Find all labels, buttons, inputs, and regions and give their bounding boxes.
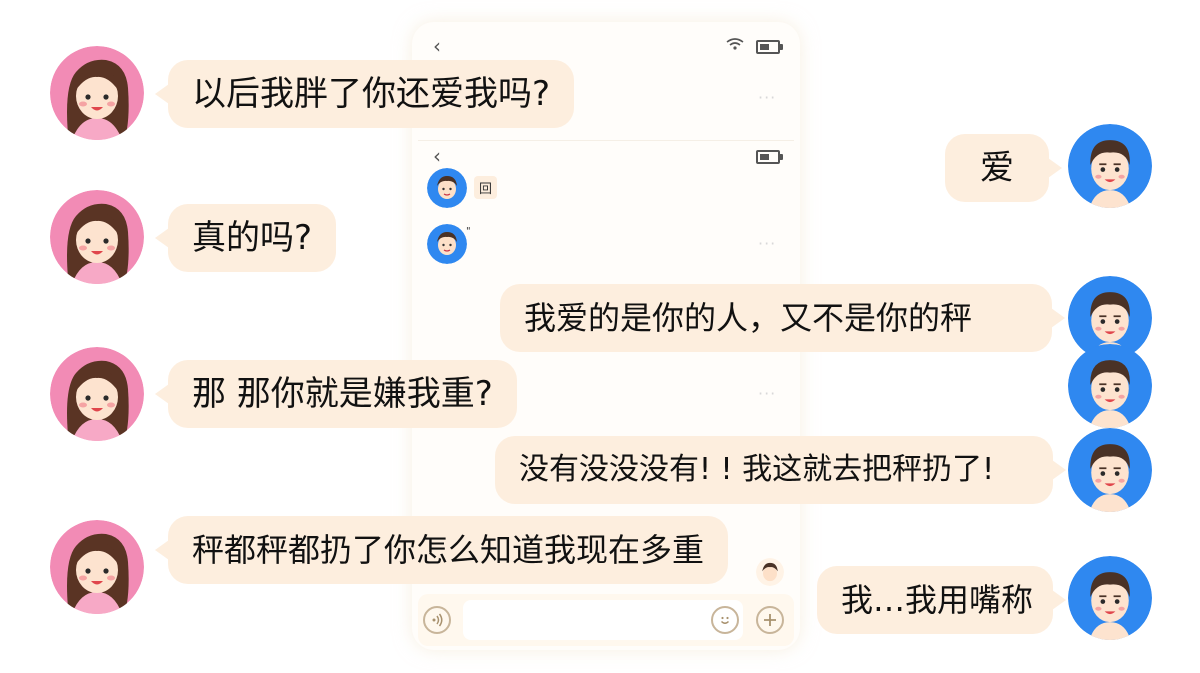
message-bubble-her: 真的吗? [154, 204, 337, 272]
avatar-boy [1068, 344, 1152, 428]
plus-icon[interactable] [756, 606, 784, 634]
message-bubble-him: 爱 [945, 134, 1062, 202]
mini-avatar-boy [427, 224, 467, 264]
back-icon[interactable]: ‹ [433, 36, 441, 56]
back-icon[interactable]: ‹ [433, 146, 441, 166]
avatar-boy [1068, 556, 1152, 640]
avatar-girl [50, 520, 144, 614]
battery-icon [756, 40, 783, 54]
avatar-girl [50, 347, 144, 441]
avatar-girl [50, 190, 144, 284]
message-bubble-her: 秤都秤都扔了你怎么知道我现在多重 [154, 516, 729, 584]
wifi-icon [726, 38, 744, 50]
more-icon[interactable]: ··· [758, 386, 776, 402]
message-bubble-him: 没有没没没有! ! 我这就去把秤扔了! [495, 436, 1066, 504]
avatar-boy [1068, 428, 1152, 512]
message-bubble-him: 我…我用嘴称 [817, 566, 1066, 634]
message-bubble-her: 以后我胖了你还爱我吗? [154, 60, 575, 128]
emoji-icon[interactable] [711, 606, 739, 634]
message-bubble-him: 我爱的是你的人，又不是你的秤 [500, 284, 1065, 352]
mini-quote-text: " [466, 226, 471, 237]
mini-reply-text: 回 [474, 176, 498, 199]
message-bubble-her: 那 那你就是嫌我重? [155, 360, 517, 428]
avatar-girl [50, 46, 144, 140]
more-icon[interactable]: ··· [758, 236, 776, 252]
mini-avatar-boy [756, 558, 784, 586]
more-icon[interactable]: ··· [758, 90, 776, 106]
avatar-boy [1068, 124, 1152, 208]
mini-avatar-boy [427, 168, 467, 208]
message-input[interactable] [463, 600, 743, 640]
battery-icon [756, 150, 783, 164]
voice-icon[interactable] [423, 606, 451, 634]
